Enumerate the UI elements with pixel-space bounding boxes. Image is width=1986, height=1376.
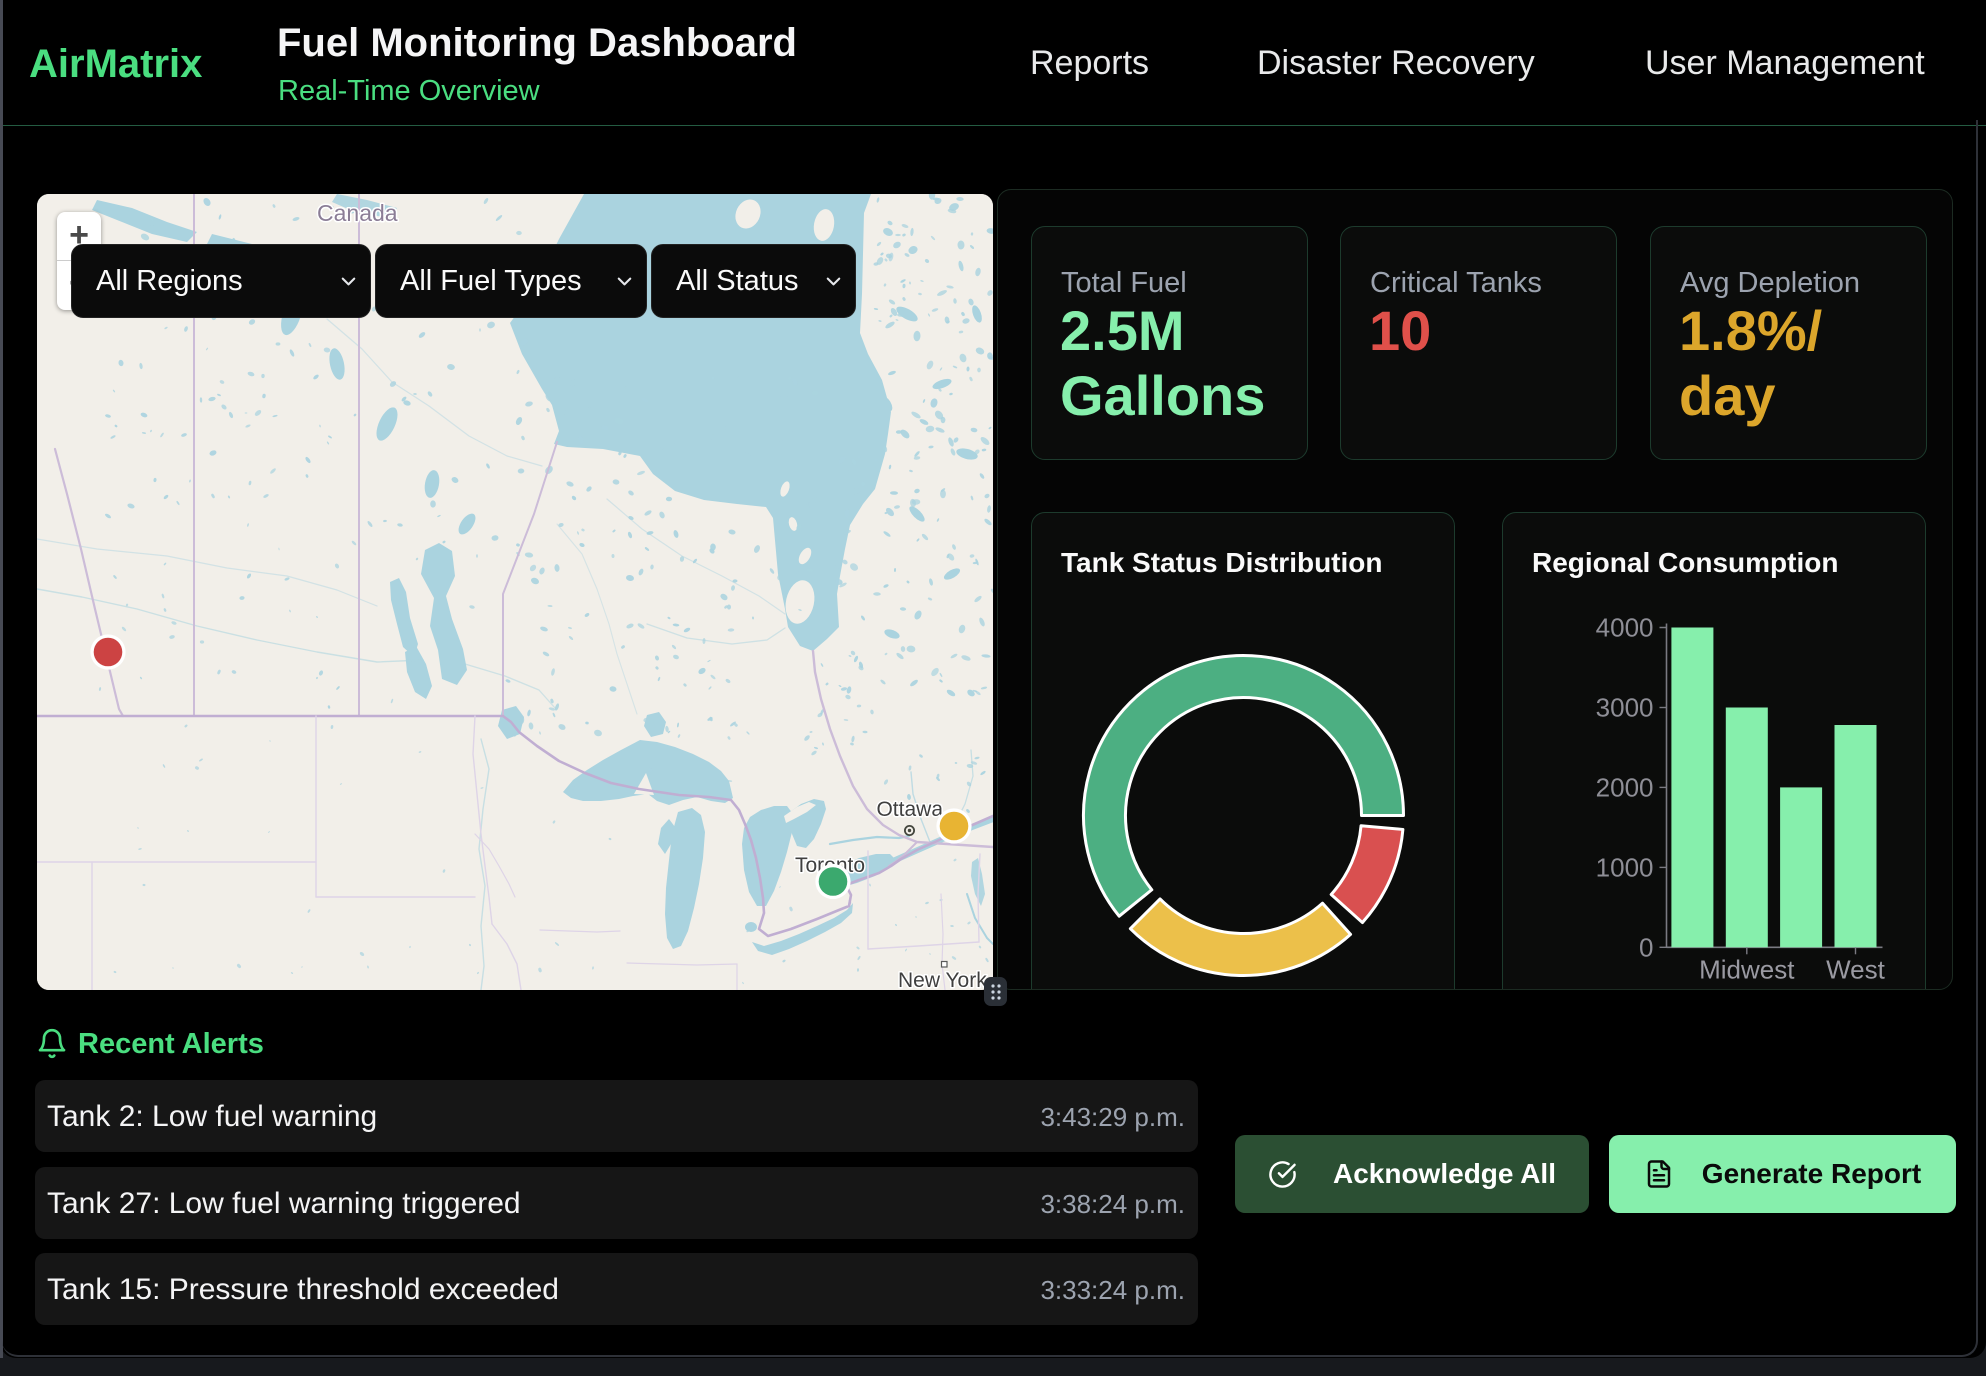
svg-text:Canada: Canada <box>317 200 398 226</box>
svg-text:4000: 4000 <box>1596 613 1654 643</box>
svg-text:Midwest: Midwest <box>1699 954 1795 984</box>
svg-text:0: 0 <box>1639 932 1653 962</box>
svg-text:New York: New York <box>898 969 987 990</box>
svg-text:2000: 2000 <box>1596 772 1654 802</box>
svg-text:Ottawa: Ottawa <box>876 798 943 821</box>
svg-text:3000: 3000 <box>1596 693 1654 723</box>
svg-text:West: West <box>1826 954 1886 984</box>
svg-text:1000: 1000 <box>1596 852 1654 882</box>
